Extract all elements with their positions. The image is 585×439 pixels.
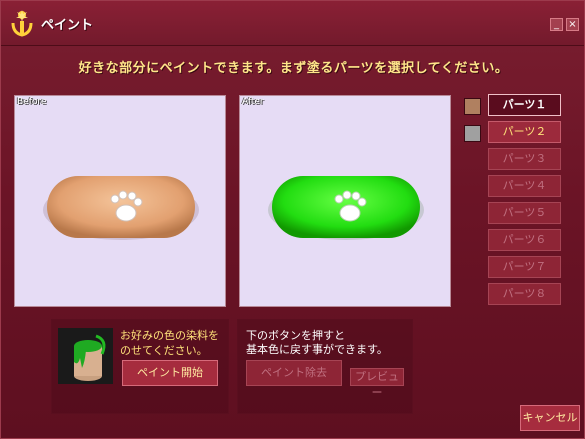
remove-instruction-line2: 基本色に戻す事ができます。 — [246, 343, 388, 356]
paint-panel: お好みの色の染料を のせてください。 ペイント開始 — [51, 319, 229, 414]
after-cushion — [268, 176, 424, 240]
part-8-button[interactable]: パーツ８ — [488, 283, 561, 305]
part-1-button[interactable]: パーツ１ — [488, 94, 561, 116]
instruction-text: 好きな部分にペイントできます。まず塗るパーツを選択してください。 — [78, 61, 509, 76]
paint-instruction-line2: のせてください。 — [120, 344, 208, 357]
title-bar[interactable]: ペイント _ × — [1, 1, 584, 46]
paint-start-button[interactable]: ペイント開始 — [122, 360, 218, 386]
paint-icon — [11, 10, 33, 37]
paint-remove-button[interactable]: ペイント除去 — [246, 360, 342, 386]
part2-color-swatch — [464, 125, 481, 142]
part-6-button[interactable]: パーツ６ — [488, 229, 561, 251]
part-5-button[interactable]: パーツ５ — [488, 202, 561, 224]
part-2-button[interactable]: パーツ２ — [488, 121, 561, 143]
paint-window: ペイント _ × 好きな部分にペイントできます。まず塗るパーツを選択してください… — [0, 0, 585, 439]
before-label: Before — [17, 97, 47, 107]
before-preview: Before — [14, 95, 226, 307]
remove-instruction-line1: 下のボタンを押すと — [246, 329, 345, 342]
before-cushion — [43, 176, 199, 240]
remove-paint-panel: 下のボタンを押すと 基本色に戻す事ができます。 ペイント除去 プレビュー — [237, 319, 413, 414]
window-title: ペイント — [41, 18, 94, 33]
dye-bucket-icon — [58, 328, 113, 384]
part1-color-swatch — [464, 98, 481, 115]
part-7-button[interactable]: パーツ７ — [488, 256, 561, 278]
part-3-button[interactable]: パーツ３ — [488, 148, 561, 170]
minimize-button[interactable]: _ — [550, 18, 563, 31]
after-label: After — [242, 97, 264, 107]
after-preview: After — [239, 95, 451, 307]
cancel-button[interactable]: キャンセル — [520, 405, 580, 431]
close-button[interactable]: × — [566, 18, 579, 31]
preview-button[interactable]: プレビュー — [350, 368, 404, 399]
paint-instruction-line1: お好みの色の染料を — [120, 329, 219, 342]
part-4-button[interactable]: パーツ４ — [488, 175, 561, 197]
